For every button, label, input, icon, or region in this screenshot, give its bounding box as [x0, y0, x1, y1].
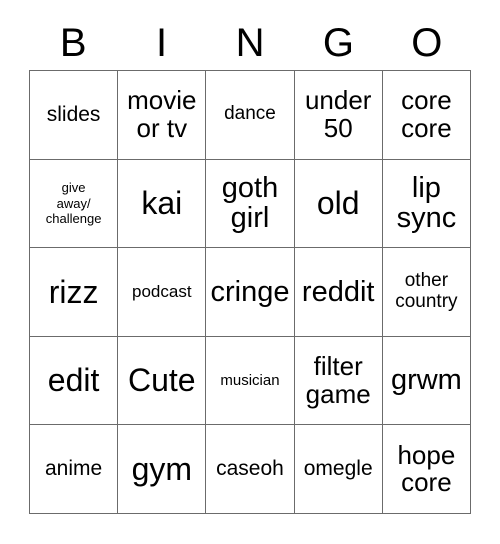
bingo-cell-label: under 50: [304, 85, 372, 143]
bingo-cell-g2[interactable]: old: [294, 159, 383, 249]
bingo-cell-i4[interactable]: Cute: [118, 336, 207, 426]
header-letter-n: N: [235, 21, 265, 65]
bingo-cell-label: core core: [401, 85, 452, 143]
bingo-cell-g5[interactable]: omegle: [294, 425, 383, 514]
bingo-cell-n4[interactable]: musician: [206, 336, 295, 426]
bingo-cell-n3[interactable]: cringe: [206, 248, 295, 337]
bingo-cell-n5[interactable]: caseoh: [206, 425, 295, 514]
bingo-cell-label: kai: [141, 185, 183, 222]
bingo-cell-label: podcast: [132, 282, 192, 302]
bingo-cell-b4[interactable]: edit: [30, 336, 119, 426]
bingo-cell-b3[interactable]: rizz: [30, 248, 119, 337]
bingo-grid: slides movie or tv dance under 50 core c…: [29, 70, 471, 514]
header-letter-o: O: [411, 21, 443, 65]
header-letter-g: G: [322, 21, 354, 65]
bingo-cell-i1[interactable]: movie or tv: [118, 71, 207, 160]
bingo-cell-g1[interactable]: under 50: [294, 71, 383, 160]
header-letter-b: B: [59, 21, 87, 65]
bingo-cell-label: goth girl: [221, 171, 279, 235]
bingo-cell-label: reddit: [301, 275, 375, 308]
bingo-cell-label: lip sync: [396, 171, 457, 235]
bingo-header: B I N G O: [29, 18, 471, 68]
bingo-cell-o1[interactable]: core core: [382, 71, 471, 160]
bingo-cell-label: old: [316, 185, 360, 222]
bingo-cell-n1[interactable]: dance: [206, 71, 295, 160]
bingo-cell-label: movie or tv: [127, 85, 197, 143]
bingo-cell-o5[interactable]: hope core: [382, 425, 471, 514]
bingo-cell-label: other country: [395, 270, 458, 312]
bingo-card: B I N G O slides movie or tv dance under…: [0, 0, 500, 544]
bingo-cell-label: give away/ challenge: [45, 180, 102, 227]
bingo-cell-label: caseoh: [216, 457, 284, 481]
bingo-cell-b1[interactable]: slides: [30, 71, 119, 160]
bingo-cell-o2[interactable]: lip sync: [382, 159, 471, 249]
bingo-cell-g3[interactable]: reddit: [294, 248, 383, 337]
bingo-cell-label: edit: [47, 362, 100, 399]
bingo-cell-label: rizz: [48, 273, 99, 310]
header-letter-i: I: [156, 21, 168, 65]
bingo-cell-b5[interactable]: anime: [30, 425, 119, 514]
bingo-cell-label: Cute: [127, 362, 196, 399]
bingo-cell-n2[interactable]: goth girl: [206, 159, 295, 249]
bingo-cell-label: slides: [46, 102, 101, 126]
bingo-cell-label: anime: [44, 457, 103, 481]
bingo-cell-label: grwm: [390, 364, 462, 397]
bingo-cell-label: hope core: [397, 439, 456, 498]
bingo-cell-i2[interactable]: kai: [118, 159, 207, 249]
bingo-cell-label: cringe: [210, 275, 290, 308]
bingo-cell-g4[interactable]: filter game: [294, 336, 383, 426]
bingo-cell-i3[interactable]: podcast: [118, 248, 207, 337]
bingo-cell-o4[interactable]: grwm: [382, 336, 471, 426]
bingo-cell-label: filter game: [305, 351, 371, 409]
bingo-cell-label: omegle: [303, 457, 373, 481]
bingo-cell-label: dance: [224, 103, 276, 125]
bingo-cell-label: musician: [220, 371, 280, 389]
bingo-cell-b2[interactable]: give away/ challenge: [30, 159, 119, 249]
bingo-cell-o3[interactable]: other country: [382, 248, 471, 337]
bingo-cell-label: gym: [131, 450, 193, 487]
bingo-cell-i5[interactable]: gym: [118, 425, 207, 514]
